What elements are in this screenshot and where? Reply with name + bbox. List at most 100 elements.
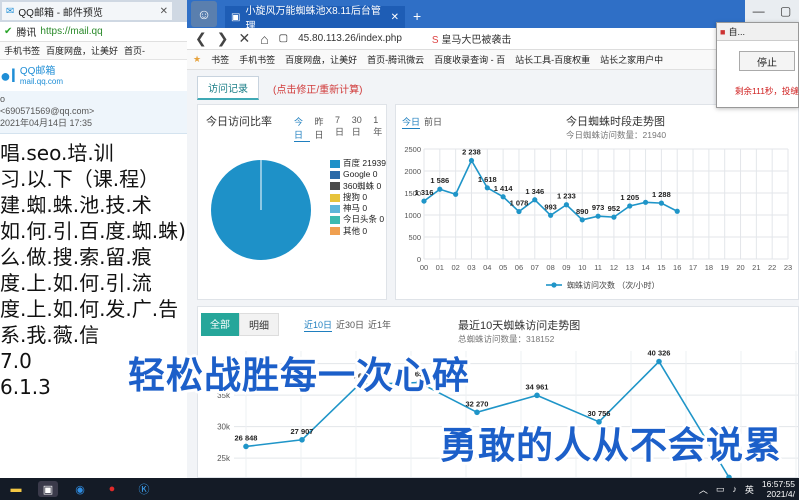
pie-legend-item[interactable]: 百度 21939 — [330, 158, 386, 169]
pie-legend-item[interactable]: 搜狗 0 — [330, 192, 386, 203]
forward-icon[interactable]: ❯ — [217, 30, 229, 47]
ime-lang[interactable]: 英 — [745, 483, 754, 496]
file-explorer-icon[interactable]: ▬ — [6, 481, 26, 497]
maximize-icon[interactable]: ▢ — [780, 4, 791, 18]
app-icon[interactable]: ▣ — [38, 481, 58, 497]
bookmark-item[interactable]: 首页-腾讯微云 — [367, 53, 424, 66]
close-icon[interactable]: ✕ — [391, 12, 399, 23]
search-box[interactable]: S 皇马大巴被袭击 — [432, 31, 511, 46]
bookmark-item[interactable]: 手机书签 — [4, 44, 40, 57]
bookmark-item[interactable]: 手机书签 — [239, 53, 275, 66]
minimize-icon[interactable]: — — [753, 4, 765, 18]
bookmark-item[interactable]: 百度网盘，让美好 — [285, 53, 357, 66]
data-point[interactable] — [611, 214, 617, 220]
back-icon[interactable]: ❮ — [195, 30, 207, 47]
data-label: 1 288 — [652, 190, 671, 199]
pie-legend-item[interactable]: 其他 0 — [330, 226, 386, 237]
data-label: 27 907 — [291, 427, 314, 436]
range-yesterday[interactable]: 昨日 — [314, 115, 330, 142]
main-tab[interactable]: ▣ 小旋风万能蜘蛛池X8.11后台管理 ✕ — [225, 6, 405, 32]
pie-legend-item[interactable]: 今日头条 0 — [330, 214, 386, 225]
url-input[interactable]: 45.80.113.26/index.php — [298, 33, 402, 44]
k-app-icon[interactable]: Ⓚ — [134, 481, 154, 497]
data-point[interactable] — [532, 197, 538, 203]
data-point[interactable] — [516, 208, 522, 215]
data-point[interactable] — [595, 213, 601, 219]
data-label: 1 078 — [510, 199, 529, 208]
home-icon[interactable]: ⌂ — [260, 31, 268, 47]
bookmark-item[interactable]: 首页- — [124, 44, 145, 57]
countdown-text: 剩余111秒，投缝 — [735, 86, 799, 96]
data-point[interactable] — [453, 191, 459, 197]
tab-all[interactable]: 全部 — [201, 313, 239, 336]
pie-legend-item[interactable]: 360蜘蛛 0 — [330, 181, 386, 192]
data-point[interactable] — [437, 186, 443, 192]
data-label: 993 — [544, 202, 557, 211]
left-url[interactable]: https://mail.qq — [40, 26, 102, 37]
x-tick-label: 14 — [641, 263, 649, 272]
data-point[interactable] — [642, 199, 649, 205]
record-icon[interactable]: ● — [102, 481, 122, 497]
range-today[interactable]: 今日 — [294, 115, 311, 142]
bookmark-item[interactable]: 书签 — [211, 53, 229, 66]
data-point[interactable] — [627, 203, 633, 209]
close-icon[interactable]: ✕ — [160, 6, 168, 17]
data-point[interactable] — [468, 157, 475, 164]
range-30d[interactable]: 30日 — [352, 115, 369, 142]
browser-icon[interactable]: ◉ — [70, 481, 90, 497]
data-point[interactable] — [421, 198, 427, 204]
network-icon[interactable]: ▭ — [716, 484, 725, 495]
main-browser-window: ☺ ▣ 小旋风万能蜘蛛池X8.11后台管理 ✕ + ❮ ❯ ✕ ⌂ ▢ 45.8… — [187, 0, 799, 478]
tab-detail[interactable]: 明细 — [239, 313, 279, 336]
stop-button[interactable]: 停止 — [739, 51, 795, 71]
mail-meta: o <690571569@qq.com> 2021年04月14日 17:35 — [0, 91, 187, 134]
tab-visit-log[interactable]: 访问记录 — [197, 76, 259, 100]
data-point[interactable] — [579, 217, 585, 223]
volume-icon[interactable]: ♪ — [732, 484, 737, 494]
bookmark-item[interactable]: 站长之家用户中 — [600, 53, 663, 66]
range-7d[interactable]: 7日 — [335, 115, 348, 142]
new-tab-button[interactable]: + — [405, 8, 429, 28]
bookmark-item[interactable]: 百度收录查询 - 百 — [434, 53, 505, 66]
data-point[interactable] — [534, 392, 540, 399]
x-tick-label: 12 — [610, 263, 618, 272]
pie-legend-item[interactable]: Google 0 — [330, 169, 386, 180]
window-controls: — ▢ — [745, 0, 799, 22]
qq-mail-icon: ✉ — [6, 5, 15, 17]
legend-swatch — [330, 159, 340, 168]
page-tabs: 访问记录 (点击修正/重新计算) — [197, 76, 362, 100]
data-label: 26 848 — [235, 433, 258, 442]
star-icon: ★ — [193, 54, 202, 64]
left-address-bar[interactable]: ✔ 腾讯 https://mail.qq — [0, 22, 187, 42]
x-tick-label: 19 — [721, 263, 729, 272]
data-point[interactable] — [658, 200, 664, 206]
data-point[interactable] — [484, 185, 490, 191]
x-tick-label: 04 — [483, 263, 491, 272]
data-label: 890 — [576, 207, 589, 216]
range-1y[interactable]: 1年 — [373, 115, 386, 142]
chevron-up-icon[interactable]: ︿ — [699, 483, 708, 496]
data-point[interactable] — [563, 202, 570, 208]
avatar[interactable]: ☺ — [191, 1, 217, 27]
stop-icon[interactable]: ✕ — [238, 30, 250, 47]
legend-swatch — [330, 182, 340, 191]
data-point[interactable] — [299, 436, 305, 443]
left-tab-mail[interactable]: ✉ QQ邮箱 - 邮件预览 ✕ — [2, 2, 172, 20]
data-point[interactable] — [548, 212, 554, 218]
data-label: 1 346 — [525, 187, 544, 196]
x-tick-label: 23 — [784, 263, 792, 272]
bookmark-item[interactable]: 百度网盘，让美好 — [46, 44, 118, 57]
x-tick-label: 07 — [531, 263, 539, 272]
data-point[interactable] — [674, 208, 680, 214]
bookmark-item[interactable]: 站长工具-百度权重 — [515, 53, 590, 66]
detail-tabs: 全部 明细 — [201, 313, 279, 336]
data-point[interactable] — [656, 358, 662, 365]
pie-legend-item[interactable]: 神马 0 — [330, 203, 386, 214]
legend-label: 神马 0 — [343, 203, 368, 214]
data-point[interactable] — [243, 443, 249, 450]
x-tick-label: 01 — [436, 263, 444, 272]
data-point[interactable] — [500, 194, 506, 200]
clock[interactable]: 16:57:55 2021/4/ — [762, 479, 795, 499]
x-tick-label: 17 — [689, 263, 697, 272]
refresh-link[interactable]: (点击修正/重新计算) — [273, 81, 362, 96]
